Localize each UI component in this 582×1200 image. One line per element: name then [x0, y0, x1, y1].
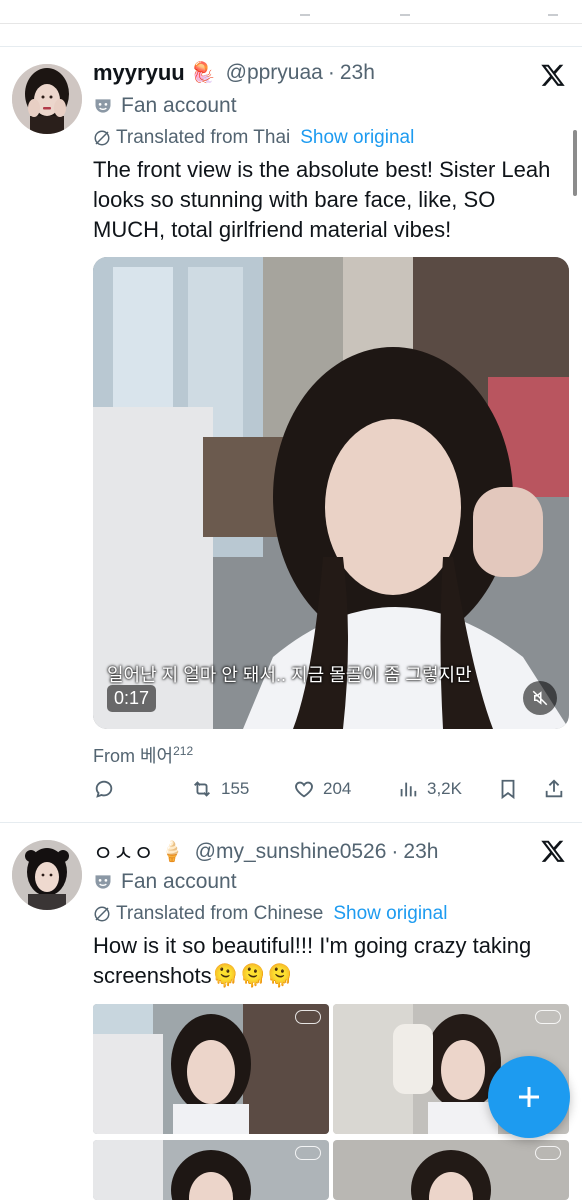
show-original-link[interactable]: Show original — [333, 903, 447, 925]
separator-dot: · — [327, 61, 335, 84]
heart-icon — [295, 781, 313, 798]
previous-action-icon — [548, 10, 558, 16]
repost-button[interactable]: 155 — [191, 778, 249, 800]
compose-button[interactable] — [488, 1056, 570, 1138]
badge-label: Fan account — [121, 870, 237, 893]
action-bar: 155 204 3,2K — [93, 778, 569, 806]
views-icon — [400, 782, 417, 797]
x-logo-icon[interactable] — [540, 838, 566, 864]
user-handle[interactable]: @my_sunshine0526 — [195, 840, 387, 864]
translate-icon — [94, 130, 110, 146]
translated-from-label: Translated from Thai — [116, 127, 291, 148]
fan-account-badge: Fan account — [93, 94, 237, 118]
like-count: 204 — [323, 779, 352, 798]
image-thumbnail[interactable] — [93, 1004, 329, 1134]
jellyfish-emoji: 🪼 — [190, 62, 216, 84]
mute-button[interactable] — [523, 681, 557, 715]
video-duration: 0:17 — [107, 685, 157, 712]
translate-icon — [94, 906, 110, 922]
repost-count: 155 — [221, 779, 250, 798]
share-button[interactable] — [543, 778, 573, 800]
plus-icon — [519, 1087, 539, 1107]
post-text: How is it so beautiful!!! I'm going craz… — [93, 933, 532, 988]
like-button[interactable]: 204 — [293, 778, 351, 800]
watermark-icon — [295, 1146, 321, 1160]
video-source[interactable]: From 베어212 — [93, 742, 193, 768]
previous-action-icon — [300, 10, 310, 16]
post-header: ㅇㅅㅇ 🍦 @my_sunshine0526 · 23h — [93, 836, 438, 868]
post-divider — [0, 46, 582, 47]
post-time[interactable]: 23h — [340, 61, 375, 85]
image-thumbnail[interactable] — [333, 1140, 569, 1200]
post-divider — [0, 822, 582, 823]
post-time[interactable]: 23h — [403, 840, 438, 864]
share-icon — [545, 779, 563, 798]
bookmark-button[interactable] — [497, 778, 527, 800]
speaker-muted-icon — [532, 690, 548, 706]
badge-label: Fan account — [121, 94, 237, 117]
display-name[interactable]: ㅇㅅㅇ — [93, 836, 154, 868]
views-button[interactable]: 3,2K — [397, 778, 462, 800]
scrollbar-thumb[interactable] — [573, 130, 577, 196]
translated-from-label: Translated from Chinese — [116, 903, 324, 924]
post-header: myyryuu 🪼 @ppryuaa · 23h — [93, 60, 375, 86]
video-frame — [93, 257, 569, 729]
view-count: 3,2K — [427, 779, 462, 798]
theater-mask-icon — [95, 99, 111, 113]
previous-post-actions-strip — [0, 0, 582, 24]
image-thumbnail[interactable] — [93, 1140, 329, 1200]
reply-button[interactable] — [93, 778, 123, 800]
watermark-icon — [535, 1010, 561, 1024]
translation-row: Translated from Chinese Show original — [93, 903, 447, 925]
user-handle[interactable]: @ppryuaa — [226, 61, 323, 85]
theater-mask-icon — [95, 875, 111, 889]
fan-account-badge: Fan account — [93, 870, 237, 894]
bookmark-icon — [501, 779, 515, 800]
video-player[interactable]: 일어난 지 얼마 안 돼서.. 지금 몰골이 좀 그렇지만 0:17 — [93, 257, 569, 729]
avatar[interactable] — [12, 64, 82, 134]
separator-dot: · — [391, 840, 399, 863]
from-superscript: 212 — [173, 744, 194, 758]
ice-cream-emoji: 🍦 — [159, 841, 185, 863]
repost-icon — [194, 781, 210, 797]
reply-icon — [95, 780, 113, 798]
translation-row: Translated from Thai Show original — [93, 127, 414, 149]
show-original-link[interactable]: Show original — [300, 127, 414, 149]
watermark-icon — [535, 1146, 561, 1160]
watermark-icon — [295, 1010, 321, 1024]
post-text: The front view is the absolute best! Sis… — [93, 157, 551, 242]
display-name[interactable]: myyryuu — [93, 60, 185, 86]
previous-action-icon — [400, 10, 410, 16]
x-logo-icon[interactable] — [540, 62, 566, 88]
video-subtitle: 일어난 지 얼마 안 돼서.. 지금 몰골이 좀 그렇지만 — [107, 665, 472, 685]
avatar[interactable] — [12, 840, 82, 910]
from-label: From 베어 — [93, 746, 174, 766]
